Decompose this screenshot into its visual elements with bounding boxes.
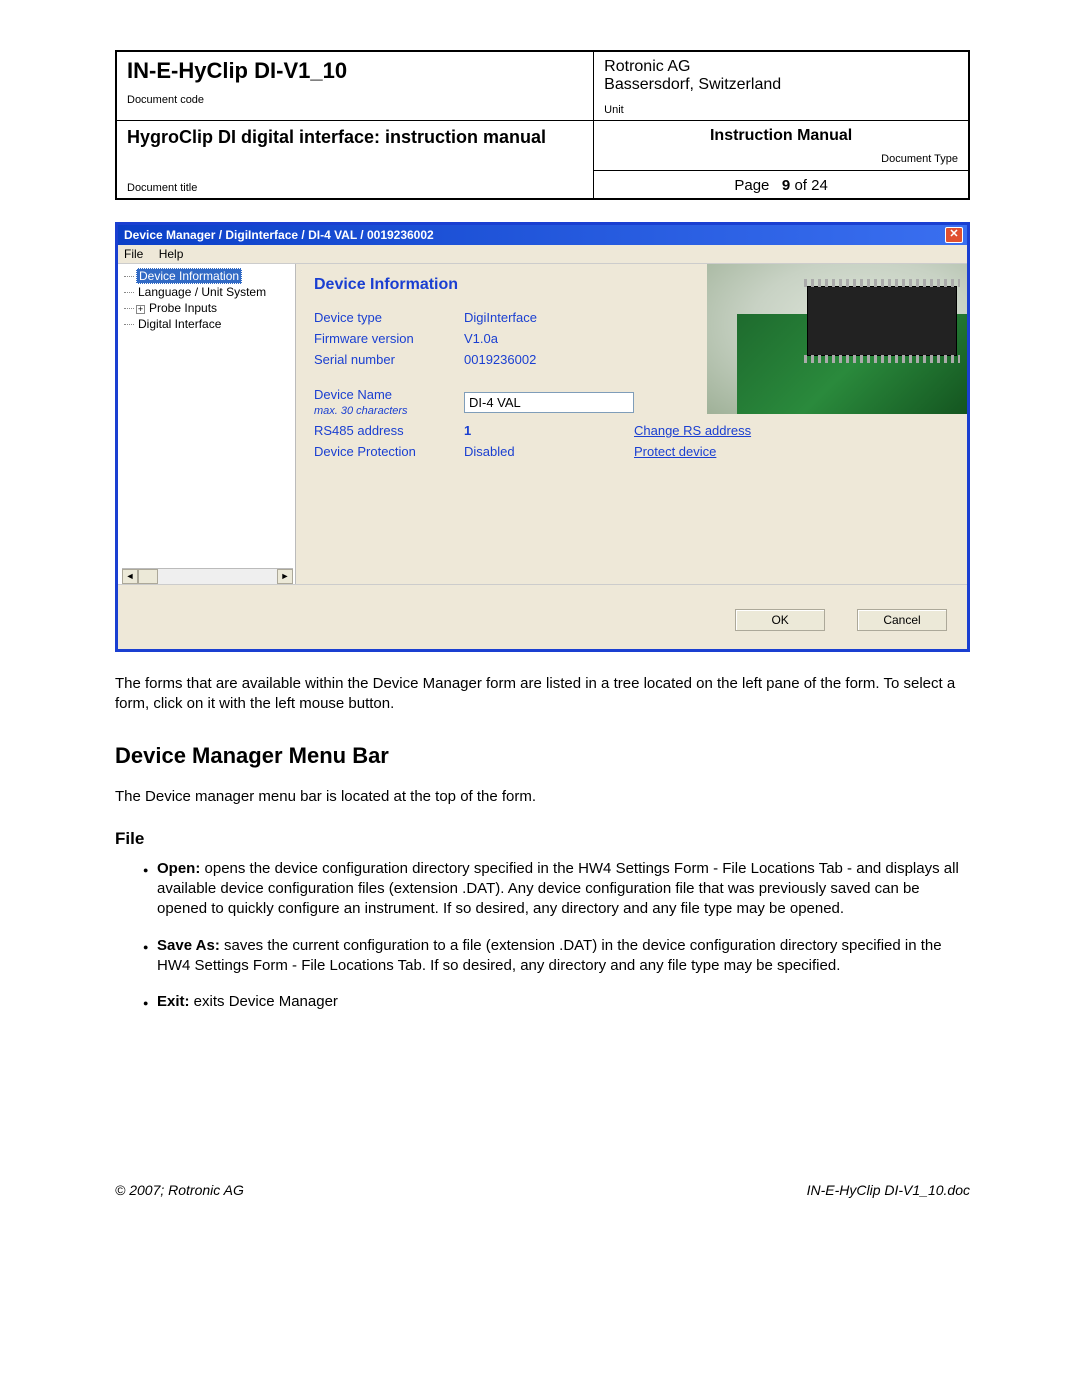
unit-label: Unit xyxy=(604,94,958,116)
doc-code: IN-E-HyClip DI-V1_10 xyxy=(127,58,583,84)
list-item: Open: opens the device configuration dir… xyxy=(143,859,970,920)
cancel-button[interactable]: Cancel xyxy=(857,609,947,631)
tree-item-language-unit[interactable]: Language / Unit System xyxy=(122,284,293,300)
scroll-thumb[interactable] xyxy=(138,569,158,584)
section-heading: Device Manager Menu Bar xyxy=(115,743,970,769)
company-line1: Rotronic AG xyxy=(604,58,958,76)
device-name-input[interactable] xyxy=(464,392,634,413)
device-manager-window: Device Manager / DigiInterface / DI-4 VA… xyxy=(115,222,970,652)
document-header: IN-E-HyClip DI-V1_10 Document code Rotro… xyxy=(115,50,970,200)
list-item: Exit: exits Device Manager xyxy=(143,992,970,1012)
row-device-name: Device Name max. 30 characters xyxy=(314,387,949,417)
ok-button[interactable]: OK xyxy=(735,609,825,631)
row-serial: Serial number 0019236002 xyxy=(314,352,949,367)
button-bar: OK Cancel xyxy=(118,584,967,649)
doc-code-label: Document code xyxy=(127,84,583,106)
company-line2: Bassersdorf, Switzerland xyxy=(604,76,958,94)
row-rs485: RS485 address 1 Change RS address xyxy=(314,423,949,438)
row-firmware: Firmware version V1.0a xyxy=(314,331,949,346)
change-rs-address-link[interactable]: Change RS address xyxy=(634,423,751,438)
row-protection: Device Protection Disabled Protect devic… xyxy=(314,444,949,459)
doc-title: HygroClip DI digital interface: instruct… xyxy=(127,127,583,148)
window-titlebar[interactable]: Device Manager / DigiInterface / DI-4 VA… xyxy=(118,225,967,245)
close-icon[interactable]: ✕ xyxy=(945,227,963,243)
menu-help[interactable]: Help xyxy=(159,247,184,261)
paragraph-1: The forms that are available within the … xyxy=(115,674,970,715)
tree-item-device-information[interactable]: Device Information xyxy=(122,268,293,284)
device-info-panel: Device Information Device type DigiInter… xyxy=(296,264,967,584)
tree-item-probe-inputs[interactable]: +Probe Inputs xyxy=(122,300,293,316)
tree-horizontal-scrollbar[interactable]: ◄ ► xyxy=(122,568,293,584)
file-menu-list: Open: opens the device configuration dir… xyxy=(115,859,970,1013)
doctype-label: Document Type xyxy=(604,145,958,165)
manual-label: Instruction Manual xyxy=(710,127,852,144)
footer-right: IN-E-HyClip DI-V1_10.doc xyxy=(807,1182,970,1198)
scroll-left-icon[interactable]: ◄ xyxy=(122,569,138,584)
page-footer: © 2007; Rotronic AG IN-E-HyClip DI-V1_10… xyxy=(115,1182,970,1198)
row-device-type: Device type DigiInterface xyxy=(314,310,949,325)
tree-item-digital-interface[interactable]: Digital Interface xyxy=(122,316,293,332)
protect-device-link[interactable]: Protect device xyxy=(634,444,716,459)
list-item: Save As: saves the current configuration… xyxy=(143,936,970,977)
form-tree[interactable]: Device Information Language / Unit Syste… xyxy=(118,264,296,584)
footer-left: © 2007; Rotronic AG xyxy=(115,1182,244,1198)
scroll-right-icon[interactable]: ► xyxy=(277,569,293,584)
window-title: Device Manager / DigiInterface / DI-4 VA… xyxy=(124,228,434,242)
expand-icon[interactable]: + xyxy=(136,305,145,314)
paragraph-2: The Device manager menu bar is located a… xyxy=(115,787,970,807)
window-menubar: File Help xyxy=(118,245,967,264)
page-indicator: Page 9 of 24 xyxy=(594,170,969,199)
subsection-file: File xyxy=(115,829,970,849)
doc-title-label: Document title xyxy=(127,148,583,194)
menu-file[interactable]: File xyxy=(124,247,143,261)
